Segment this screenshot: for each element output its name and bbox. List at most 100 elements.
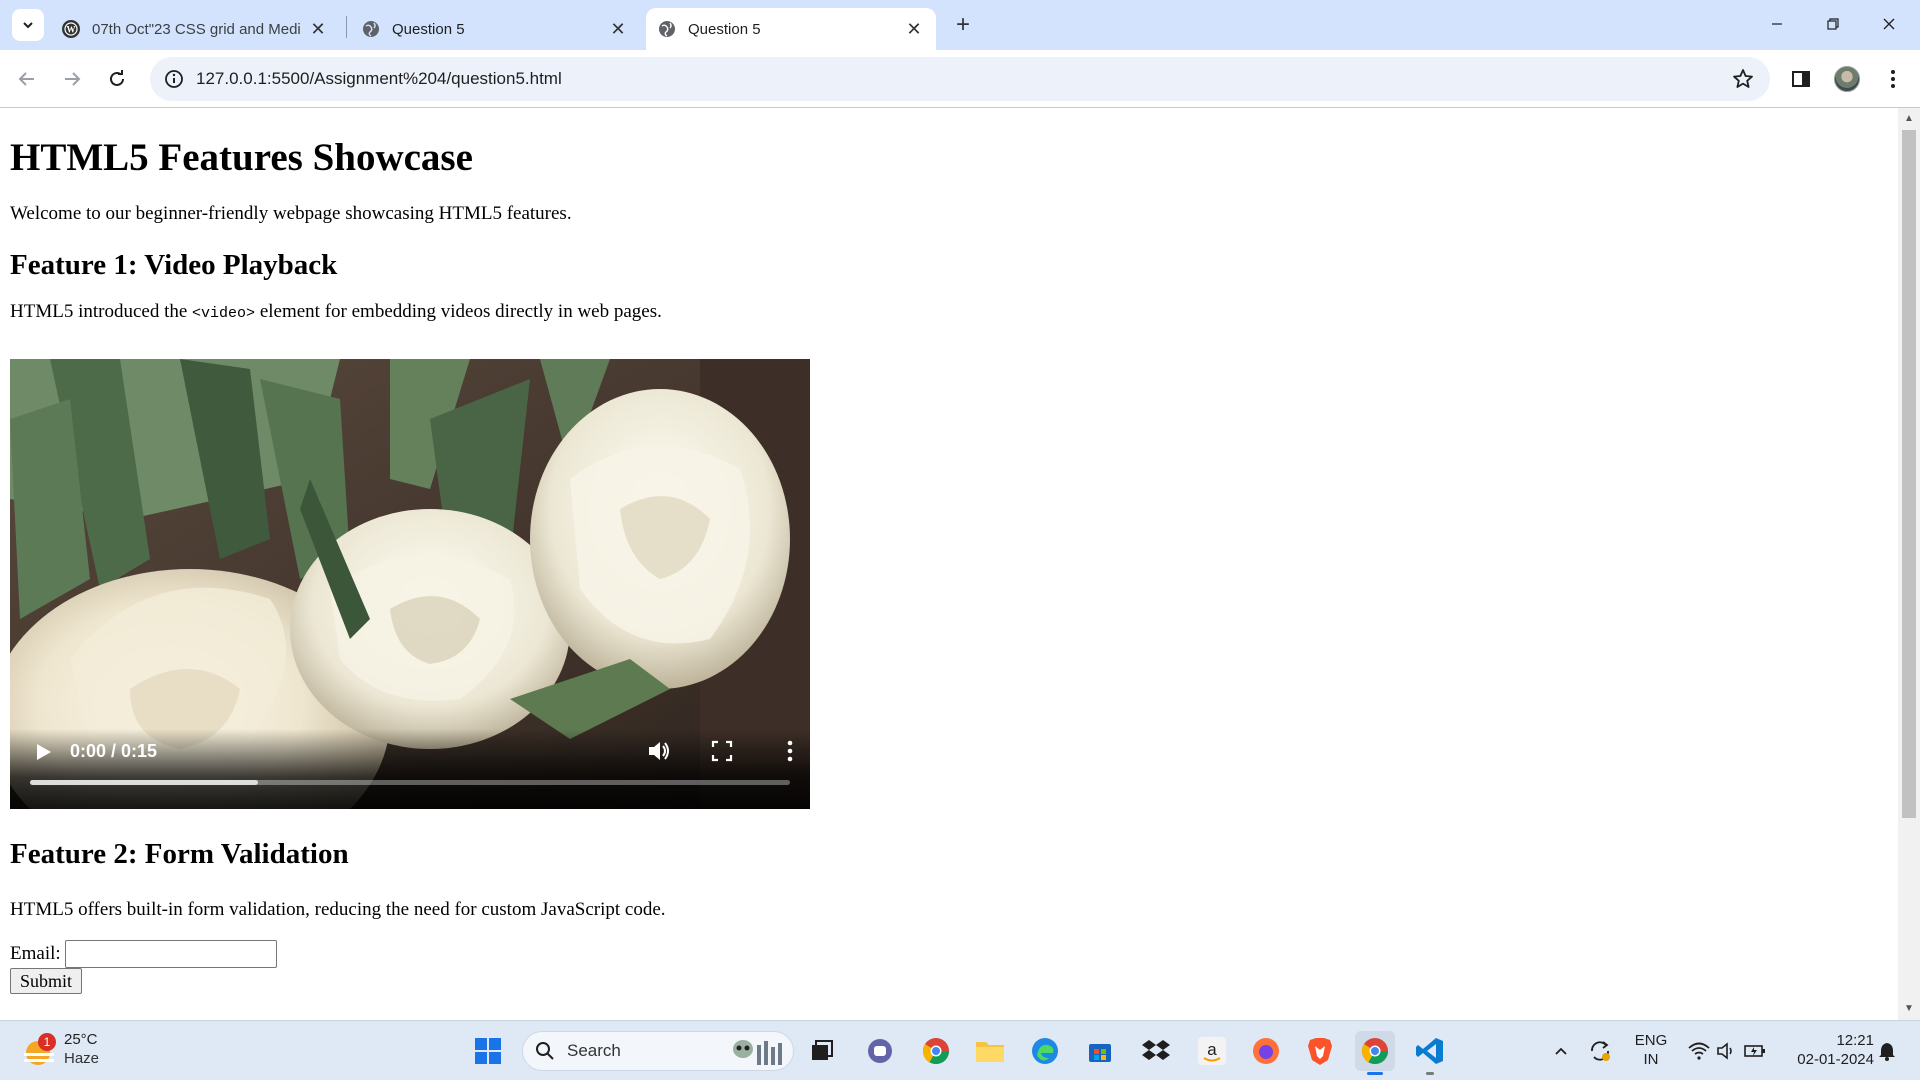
search-label: Search bbox=[567, 1041, 621, 1060]
close-icon bbox=[1883, 18, 1895, 30]
tab-question5-active[interactable]: Question 5 ✕ bbox=[646, 8, 936, 50]
feature1-text-before: HTML5 introduced the bbox=[10, 301, 193, 322]
reload-icon bbox=[110, 70, 124, 86]
side-panel-icon bbox=[1792, 71, 1810, 87]
chrome-icon bbox=[1361, 1038, 1389, 1065]
feature2-heading: Feature 2: Form Validation bbox=[10, 838, 349, 870]
bell-icon bbox=[1879, 1043, 1895, 1061]
weather-sun-haze-icon: 1 bbox=[22, 1033, 56, 1067]
scroll-thumb[interactable] bbox=[1902, 130, 1916, 818]
scroll-down-arrow[interactable]: ▼ bbox=[1898, 1000, 1920, 1018]
volume-icon[interactable] bbox=[646, 738, 672, 764]
windows-taskbar: 1 25°C Haze Search a ENG IN 12:21 02-01-… bbox=[0, 1020, 1920, 1080]
notifications-button[interactable] bbox=[1872, 1031, 1902, 1071]
menu-button[interactable] bbox=[1876, 62, 1910, 96]
new-tab-button[interactable]: + bbox=[948, 10, 978, 40]
close-icon[interactable]: ✕ bbox=[608, 19, 628, 40]
chat-icon bbox=[868, 1039, 892, 1063]
restore-icon bbox=[1827, 18, 1839, 30]
restore-button[interactable] bbox=[1810, 8, 1856, 42]
chevron-up-icon bbox=[1555, 1047, 1567, 1055]
clock-date: 02-01-2024 bbox=[1797, 1051, 1874, 1068]
forward-button[interactable] bbox=[55, 62, 89, 96]
minimize-icon bbox=[1772, 23, 1782, 25]
email-field[interactable] bbox=[64, 940, 277, 968]
back-button[interactable] bbox=[10, 62, 44, 96]
dropbox-button[interactable] bbox=[1136, 1031, 1176, 1071]
amazon-icon: a bbox=[1198, 1037, 1226, 1065]
feature1-heading: Feature 1: Video Playback bbox=[10, 249, 338, 281]
folder-icon bbox=[976, 1042, 1004, 1062]
language-code: ENG bbox=[1634, 1032, 1668, 1049]
page-content: HTML5 Features Showcase Welcome to our b… bbox=[0, 108, 1898, 1020]
video-progress-bar[interactable] bbox=[30, 780, 790, 785]
store-button[interactable] bbox=[1080, 1031, 1120, 1071]
edge-icon bbox=[1032, 1038, 1058, 1064]
tab-question5-a[interactable]: Question 5 ✕ bbox=[350, 8, 640, 50]
close-icon[interactable]: ✕ bbox=[308, 19, 328, 40]
submit-button[interactable]: Submit bbox=[10, 968, 83, 994]
star-icon[interactable] bbox=[1732, 68, 1754, 90]
brave-icon bbox=[1308, 1038, 1332, 1065]
url-text[interactable]: 127.0.0.1:5500/Assignment%204/question5.… bbox=[196, 57, 562, 101]
video-buffered-bar bbox=[30, 780, 258, 785]
profile-button[interactable] bbox=[1830, 62, 1864, 96]
file-explorer-button[interactable] bbox=[970, 1031, 1010, 1071]
taskbar-search[interactable]: Search bbox=[522, 1031, 794, 1071]
dropbox-icon bbox=[1142, 1040, 1170, 1060]
firefox-icon bbox=[1253, 1038, 1279, 1064]
video-time: 0:00 / 0:15 bbox=[70, 741, 158, 761]
feature1-text-after: element for embedding videos directly in… bbox=[255, 301, 662, 322]
weather-condition: Haze bbox=[64, 1050, 100, 1067]
weather-widget[interactable]: 1 25°C Haze bbox=[22, 1031, 99, 1069]
arrow-right-icon bbox=[65, 72, 81, 86]
feature1-code: <video> bbox=[192, 305, 256, 322]
language-indicator[interactable]: ENG IN bbox=[1626, 1031, 1676, 1069]
quick-settings-button[interactable] bbox=[1682, 1031, 1772, 1071]
info-icon[interactable] bbox=[164, 69, 184, 89]
sync-button[interactable] bbox=[1582, 1031, 1618, 1071]
tab-separator bbox=[346, 16, 347, 38]
vscode-button[interactable] bbox=[1410, 1031, 1450, 1075]
region-code: IN bbox=[1643, 1051, 1659, 1068]
close-window-button[interactable] bbox=[1866, 8, 1912, 42]
more-vertical-icon[interactable] bbox=[778, 738, 802, 764]
running-app-indicator bbox=[1426, 1072, 1434, 1075]
tab-search-button[interactable] bbox=[12, 9, 44, 41]
firefox-button[interactable] bbox=[1246, 1031, 1286, 1071]
active-app-indicator bbox=[1367, 1072, 1383, 1075]
email-form-row: Email: bbox=[10, 940, 277, 968]
side-panel-button[interactable] bbox=[1784, 62, 1818, 96]
feature2-text: HTML5 offers built-in form validation, r… bbox=[10, 899, 666, 920]
video-player[interactable]: 0:00 / 0:15 bbox=[10, 359, 810, 809]
page-scrollbar[interactable]: ▲ ▼ bbox=[1898, 108, 1920, 1020]
edge-button[interactable] bbox=[1025, 1031, 1065, 1071]
chrome-button[interactable] bbox=[916, 1031, 956, 1071]
tab-css-grid[interactable]: W 07th Oct"23 CSS grid and Medi ✕ bbox=[50, 8, 340, 50]
teams-chat-button[interactable] bbox=[860, 1031, 900, 1071]
vscode-icon bbox=[1416, 1038, 1443, 1064]
tab-title: Question 5 bbox=[688, 20, 761, 38]
search-icon bbox=[536, 1042, 554, 1060]
arrow-left-icon bbox=[18, 72, 34, 86]
svg-text:a: a bbox=[1207, 1040, 1217, 1059]
wordpress-icon: W bbox=[62, 20, 80, 38]
reload-button[interactable] bbox=[100, 62, 134, 96]
minimize-button[interactable] bbox=[1754, 8, 1800, 42]
search-highlight-icon bbox=[733, 1040, 782, 1065]
more-vertical-icon bbox=[1891, 70, 1895, 88]
play-icon[interactable] bbox=[32, 741, 54, 763]
amazon-button[interactable]: a bbox=[1192, 1031, 1232, 1071]
address-bar[interactable]: 127.0.0.1:5500/Assignment%204/question5.… bbox=[150, 57, 1770, 101]
task-view-icon bbox=[812, 1040, 833, 1060]
show-hidden-icons-button[interactable] bbox=[1543, 1031, 1579, 1071]
scroll-up-arrow[interactable]: ▲ bbox=[1898, 110, 1920, 128]
task-view-button[interactable] bbox=[802, 1031, 842, 1071]
brave-button[interactable] bbox=[1300, 1031, 1340, 1071]
close-icon[interactable]: ✕ bbox=[904, 19, 924, 40]
windows-logo-icon bbox=[475, 1038, 501, 1064]
fullscreen-icon[interactable] bbox=[710, 739, 734, 763]
start-button[interactable] bbox=[468, 1031, 508, 1071]
chrome-active-button[interactable] bbox=[1355, 1031, 1395, 1075]
clock[interactable]: 12:21 02-01-2024 bbox=[1778, 1031, 1874, 1069]
